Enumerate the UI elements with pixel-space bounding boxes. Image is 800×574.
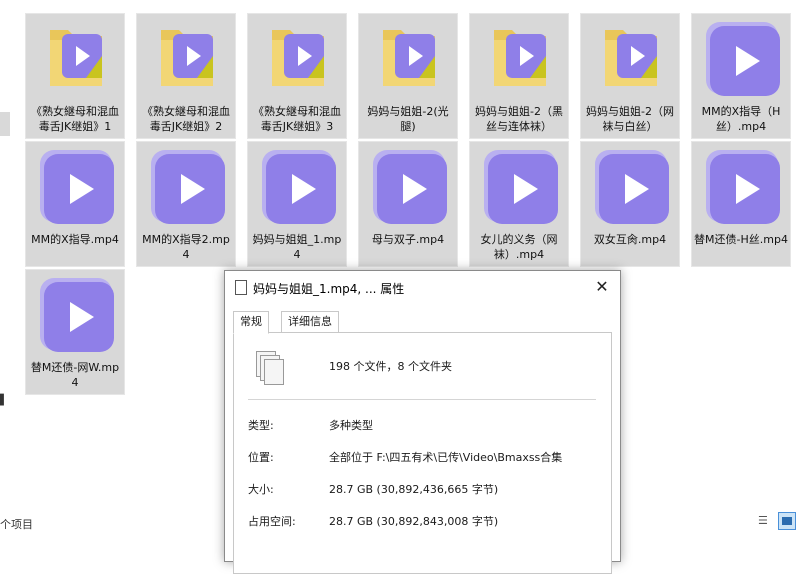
folder-item[interactable]: 《熟女継母和混血毒舌JK继姐》3 — [247, 13, 347, 139]
file-name-label: 替M还债-H丝.mp4 — [694, 233, 788, 246]
file-name-label: 替M还债-网W.mp4 — [30, 361, 120, 389]
video-file-item[interactable]: 替M还债-网W.mp4 — [25, 269, 125, 395]
video-file-icon — [581, 146, 681, 230]
location-value: 全部位于 F:\四五有术\已传\Video\Bmaxss合集 — [329, 451, 563, 464]
folder-item[interactable]: 《熟女継母和混血毒舌JK继姐》1 — [25, 13, 125, 139]
file-name-label: 《熟女継母和混血毒舌JK继姐》1 — [31, 105, 119, 133]
properties-dialog: 妈妈与姐姐_1.mp4, ... 属性 ✕ 常规 详细信息 198 个文件，8 … — [224, 270, 621, 574]
file-name-label: 妈妈与姐姐-2（黑丝与连体袜） — [475, 105, 563, 133]
tab-general[interactable]: 常规 — [233, 311, 269, 334]
folder-item[interactable]: 《熟女継母和混血毒舌JK继姐》2 — [136, 13, 236, 139]
video-file-icon — [26, 274, 126, 358]
dialog-titlebar[interactable]: 妈妈与姐姐_1.mp4, ... 属性 ✕ — [225, 271, 620, 303]
file-name-label: 《熟女継母和混血毒舌JK继姐》2 — [142, 105, 230, 133]
video-file-item[interactable]: 母与双子.mp4 — [358, 141, 458, 267]
navigation-pane-fragment: ▌ — [0, 395, 8, 406]
file-name-label: MM的X指导2.mp4 — [142, 233, 230, 261]
size-label: 大小: — [248, 483, 274, 496]
folder-item[interactable]: 妈妈与姐姐-2（黑丝与连体袜） — [469, 13, 569, 139]
folder-video-icon — [581, 18, 681, 102]
location-label: 位置: — [248, 451, 274, 464]
file-name-label: MM的X指导.mp4 — [31, 233, 119, 246]
video-file-icon — [137, 146, 237, 230]
video-file-item[interactable]: MM的X指导.mp4 — [25, 141, 125, 267]
file-name-label: 妈妈与姐姐_1.mp4 — [252, 233, 342, 261]
close-button[interactable]: ✕ — [590, 275, 614, 299]
video-file-icon — [470, 146, 570, 230]
folder-video-icon — [248, 18, 348, 102]
video-file-item[interactable]: MM的X指导2.mp4 — [136, 141, 236, 267]
file-name-label: 女儿的义务（网袜）.mp4 — [480, 233, 558, 261]
video-file-item[interactable]: 替M还债-H丝.mp4 — [691, 141, 791, 267]
folder-video-icon — [470, 18, 570, 102]
size-value: 28.7 GB (30,892,436,665 字节) — [329, 483, 499, 496]
video-file-icon — [692, 146, 792, 230]
folder-item[interactable]: 妈妈与姐姐-2（网袜与白丝） — [580, 13, 680, 139]
video-file-item[interactable]: 双女互肏.mp4 — [580, 141, 680, 267]
tab-strip: 常规 详细信息 — [233, 311, 613, 334]
item-count: 个项目 — [0, 518, 33, 531]
divider — [248, 399, 596, 400]
document-icon — [235, 280, 247, 295]
tab-details[interactable]: 详细信息 — [281, 311, 339, 334]
folder-video-icon — [359, 18, 459, 102]
type-value: 多种类型 — [329, 419, 373, 432]
large-icons-view-icon[interactable] — [778, 512, 796, 530]
folder-video-icon — [26, 18, 126, 102]
folder-item[interactable]: 妈妈与姐姐-2(光腿) — [358, 13, 458, 139]
file-name-label: 妈妈与姐姐-2(光腿) — [367, 105, 449, 133]
video-file-icon — [26, 146, 126, 230]
folder-video-icon — [137, 18, 237, 102]
file-name-label: MM的X指导（H丝）.mp4 — [701, 105, 781, 133]
video-file-icon — [248, 146, 348, 230]
size-on-disk-value: 28.7 GB (30,892,843,008 字节) — [329, 515, 499, 528]
video-file-icon — [692, 18, 792, 102]
video-file-item[interactable]: 妈妈与姐姐_1.mp4 — [247, 141, 347, 267]
type-label: 类型: — [248, 419, 274, 432]
dialog-title: 妈妈与姐姐_1.mp4, ... 属性 — [253, 282, 405, 296]
video-file-item[interactable]: MM的X指导（H丝）.mp4 — [691, 13, 791, 139]
navigation-pane-edge — [0, 0, 12, 548]
video-file-item[interactable]: 女儿的义务（网袜）.mp4 — [469, 141, 569, 267]
navigation-pane-selection[interactable] — [0, 112, 10, 136]
selection-summary: 198 个文件，8 个文件夹 — [329, 360, 452, 373]
video-file-icon — [359, 146, 459, 230]
details-view-icon[interactable]: ☰ — [758, 514, 774, 528]
general-tab-panel: 198 个文件，8 个文件夹 类型: 多种类型 位置: 全部位于 F:\四五有术… — [233, 332, 612, 574]
file-name-label: 妈妈与姐姐-2（网袜与白丝） — [586, 105, 674, 133]
file-name-label: 母与双子.mp4 — [371, 233, 445, 246]
file-name-label: 双女互肏.mp4 — [593, 233, 667, 246]
multiple-files-icon — [256, 351, 286, 387]
size-on-disk-label: 占用空间: — [248, 515, 296, 528]
file-name-label: 《熟女継母和混血毒舌JK继姐》3 — [253, 105, 341, 133]
